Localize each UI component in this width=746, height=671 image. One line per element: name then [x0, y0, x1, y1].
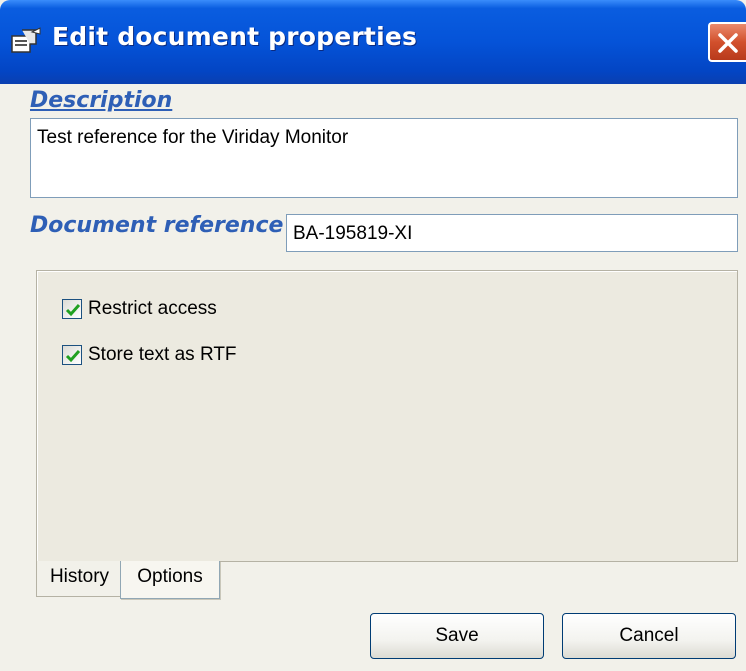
description-label: Description [30, 88, 173, 113]
description-field[interactable]: Test reference for the Viriday Monitor [30, 118, 738, 198]
tab-history-label: History [49, 566, 110, 587]
document-reference-label: Document reference [30, 213, 284, 238]
document-properties-icon [10, 26, 42, 58]
close-button[interactable] [708, 22, 746, 62]
tab-options-label: Options [137, 566, 203, 587]
store-rtf-label: Store text as RTF [88, 344, 237, 365]
restrict-access-option[interactable]: Restrict access [62, 296, 217, 322]
store-rtf-checkbox[interactable] [62, 345, 82, 365]
restrict-access-checkbox[interactable] [62, 299, 82, 319]
checkmark-icon [65, 350, 81, 363]
tab-options[interactable]: Options [120, 561, 220, 599]
cancel-button[interactable]: Cancel [562, 613, 736, 659]
store-rtf-option[interactable]: Store text as RTF [62, 342, 237, 368]
restrict-access-label: Restrict access [88, 298, 217, 319]
checkmark-icon [65, 304, 81, 317]
window-title: Edit document properties [52, 22, 418, 51]
tab-history[interactable]: History [36, 561, 122, 597]
save-button[interactable]: Save [370, 613, 544, 659]
title-bar[interactable]: Edit document properties [0, 0, 746, 84]
close-icon [718, 33, 738, 53]
document-reference-field[interactable]: BA-195819-XI [286, 214, 738, 252]
